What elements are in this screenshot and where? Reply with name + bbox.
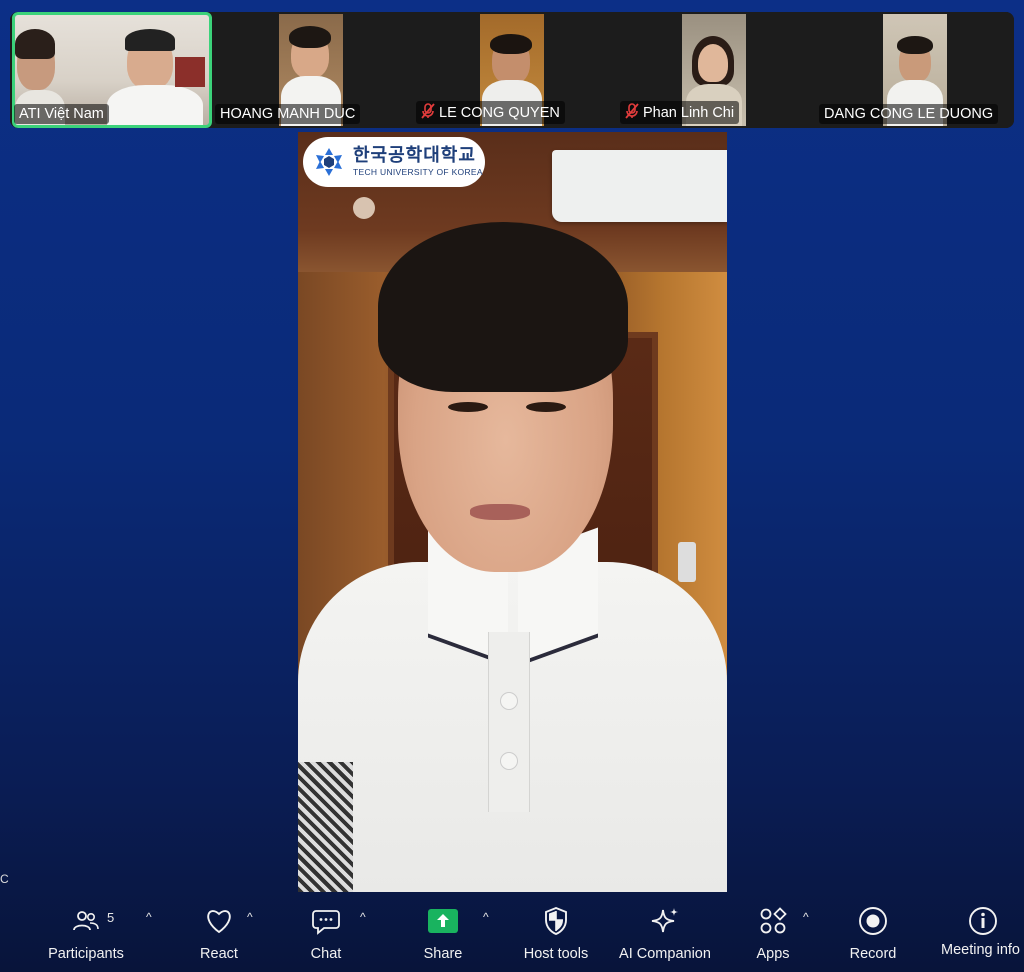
meeting-toolbar: Participants 5 ^ React ^ Chat ^ Share ^ … <box>0 896 1024 972</box>
remote-control <box>678 542 696 582</box>
meeting-info-button[interactable]: Meeting info <box>938 896 1024 972</box>
participant-name: DANG CONG LE DUONG <box>819 104 999 124</box>
share-label: Share <box>423 946 463 962</box>
participant-name: LE CONG QUYEN <box>416 101 565 124</box>
university-logo: 한국공학대학교 TECH UNIVERSITY OF KOREA <box>303 137 485 187</box>
shirt-button <box>500 692 518 710</box>
active-speaker-video: 한국공학대학교 TECH UNIVERSITY OF KOREA <box>298 132 727 892</box>
edge-label: C <box>0 872 9 886</box>
participants-icon <box>73 896 99 946</box>
snowflake-logo-icon <box>316 148 342 176</box>
share-screen-icon <box>427 896 459 946</box>
microphone-muted-icon <box>421 103 435 122</box>
react-caret-icon[interactable]: ^ <box>247 910 253 924</box>
record-label: Record <box>849 946 897 962</box>
participant-name: Phan Linh Chi <box>620 101 740 124</box>
houndstooth-chair <box>298 762 353 892</box>
record-button[interactable]: Record <box>840 896 906 972</box>
chat-caret-icon[interactable]: ^ <box>360 910 366 924</box>
hair <box>378 222 628 392</box>
shirt-placket <box>488 632 530 812</box>
participant-name-text: ATI Việt Nam <box>19 106 104 122</box>
host-tools-button[interactable]: Host tools <box>516 896 596 972</box>
participants-button[interactable]: Participants <box>38 896 134 972</box>
left-eye <box>448 402 488 412</box>
participants-label: Participants <box>48 946 124 962</box>
mouth <box>470 504 530 520</box>
right-eye <box>526 402 566 412</box>
sparkle-icon <box>650 896 680 946</box>
gallery-strip: ATI Việt Nam HOANG MANH DUC LE CONG QUYE… <box>10 12 1014 128</box>
share-caret-icon[interactable]: ^ <box>483 910 489 924</box>
ai-companion-label: AI Companion <box>619 946 711 962</box>
participant-tile-ati-viet-nam[interactable]: ATI Việt Nam <box>10 12 214 128</box>
info-icon <box>938 896 1024 946</box>
participant-tile-le-cong-quyen[interactable]: LE CONG QUYEN <box>414 12 610 128</box>
participant-tile-hoang-manh-duc[interactable]: HOANG MANH DUC <box>215 12 411 128</box>
shield-icon <box>544 896 568 946</box>
share-button[interactable]: Share <box>413 896 473 972</box>
chat-button[interactable]: Chat <box>296 896 356 972</box>
participant-name: HOANG MANH DUC <box>215 104 361 124</box>
apps-button[interactable]: Apps <box>746 896 800 972</box>
apps-label: Apps <box>756 946 790 962</box>
ai-companion-button[interactable]: AI Companion <box>612 896 718 972</box>
apps-grid-icon <box>759 896 787 946</box>
participant-name-text: Phan Linh Chi <box>643 104 735 121</box>
microphone-muted-icon <box>625 103 639 122</box>
participant-name: ATI Việt Nam <box>14 104 109 124</box>
heart-icon <box>204 896 234 946</box>
meeting-info-label: Meeting info <box>941 942 1020 958</box>
participant-name-text: DANG CONG LE DUONG <box>824 106 994 122</box>
participant-name-text: LE CONG QUYEN <box>439 104 560 121</box>
participants-count: 5 <box>107 910 115 925</box>
chat-bubble-icon <box>312 896 340 946</box>
react-label: React <box>200 946 238 962</box>
logo-english-text: TECH UNIVERSITY OF KOREA <box>353 167 483 178</box>
chat-label: Chat <box>310 946 342 962</box>
react-button[interactable]: React <box>186 896 252 972</box>
record-icon <box>858 896 888 946</box>
logo-korean-text: 한국공학대학교 <box>353 145 476 167</box>
shirt-button <box>500 752 518 770</box>
participant-name-text: HOANG MANH DUC <box>220 106 356 122</box>
ceiling-light <box>353 197 375 219</box>
air-conditioner <box>552 150 727 222</box>
participant-tile-phan-linh-chi[interactable]: Phan Linh Chi <box>614 12 810 128</box>
apps-caret-icon[interactable]: ^ <box>803 910 809 924</box>
host-tools-label: Host tools <box>523 946 589 962</box>
participants-caret-icon[interactable]: ^ <box>146 910 152 924</box>
participant-tile-dang-cong-le-duong[interactable]: DANG CONG LE DUONG <box>813 12 1014 128</box>
